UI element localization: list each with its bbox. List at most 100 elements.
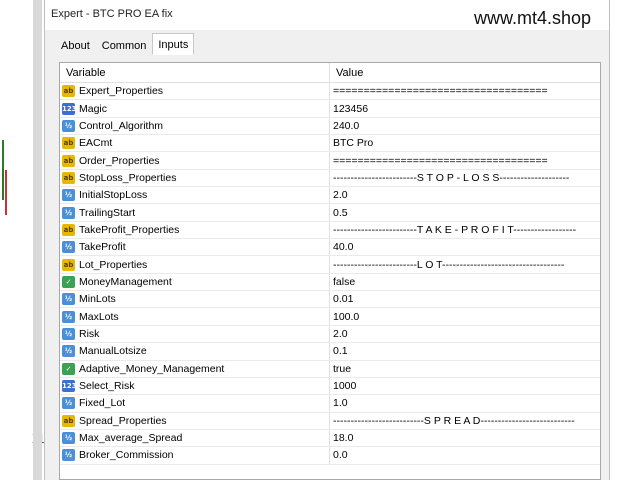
tab-bar: About Common Inputs — [55, 33, 195, 56]
double-type-icon: ½ — [62, 293, 75, 306]
table-row[interactable]: ab TakeProfit_Properties -----------------… — [60, 221, 600, 240]
value-cell[interactable]: =================================== — [330, 83, 600, 99]
variable-name: Order_Properties — [79, 154, 160, 167]
variable-value[interactable]: 0.01 — [333, 293, 353, 305]
table-row[interactable]: ab Spread_Properties ---------------------… — [60, 412, 600, 430]
variable-value[interactable]: ------------------------S T O P - L O S … — [333, 172, 569, 184]
variable-value[interactable]: --------------------------S P R E A D---… — [333, 415, 575, 427]
variable-value[interactable]: 0.1 — [333, 345, 348, 357]
variable-value[interactable]: 40.0 — [333, 241, 353, 253]
variable-value[interactable]: 240.0 — [333, 120, 359, 132]
value-cell[interactable]: ------------------------T A K E - P R O … — [330, 222, 600, 238]
value-cell[interactable]: 18.0 — [330, 430, 600, 446]
value-cell[interactable]: 1000 — [330, 378, 600, 394]
table-row[interactable]: ½ MinLots 0.01 — [60, 291, 600, 309]
chart-scrollbar[interactable] — [33, 0, 42, 480]
variable-name: ManualLotsize — [79, 345, 147, 358]
table-row[interactable]: ½ TakeProfit 40.0 — [60, 239, 600, 257]
value-cell[interactable]: 123456 — [330, 100, 600, 116]
variable-value[interactable]: 1.0 — [333, 397, 348, 409]
variable-value[interactable]: =================================== — [333, 85, 548, 97]
value-cell[interactable]: 2.0 — [330, 326, 600, 342]
variable-cell: ab Expert_Properties — [60, 83, 330, 100]
table-row[interactable]: ½ ManualLotsize 0.1 — [60, 343, 600, 361]
tab-about[interactable]: About — [55, 36, 96, 56]
string-type-icon: ab — [62, 85, 75, 98]
variable-name: Risk — [79, 327, 100, 340]
variable-value[interactable]: ------------------------T A K E - P R O … — [333, 224, 576, 236]
value-cell[interactable]: 2.0 — [330, 187, 600, 203]
value-cell[interactable]: false — [330, 274, 600, 290]
table-row[interactable]: ✓ MoneyManagement false — [60, 273, 600, 292]
bool-type-icon: ✓ — [62, 275, 75, 288]
table-row[interactable]: ½ Broker_Commission 0.0 — [60, 447, 600, 465]
double-type-icon: ½ — [62, 397, 75, 410]
table-row[interactable]: ½ Fixed_Lot 1.0 — [60, 395, 600, 413]
variable-name: Max_average_Spread — [79, 432, 183, 445]
double-type-icon: ½ — [62, 241, 75, 254]
variable-cell: ½ MaxLots — [60, 308, 330, 325]
value-cell[interactable]: 100.0 — [330, 308, 600, 324]
variable-value[interactable]: 2.0 — [333, 189, 348, 201]
variable-value[interactable]: =================================== — [333, 155, 548, 167]
value-cell[interactable]: 40.0 — [330, 239, 600, 255]
value-cell[interactable]: 0.5 — [330, 204, 600, 220]
integer-type-icon: 123 — [62, 380, 77, 393]
variable-value[interactable]: 1000 — [333, 380, 356, 392]
tab-inputs[interactable]: Inputs — [152, 33, 195, 55]
title-bar[interactable]: Expert - BTC PRO EA fix www.mt4.shop — [45, 0, 609, 30]
variable-name: Broker_Commission — [79, 449, 174, 462]
variable-value[interactable]: 0.0 — [333, 449, 348, 461]
variable-value[interactable]: 0.5 — [333, 207, 348, 219]
variable-value[interactable]: 123456 — [333, 103, 368, 115]
value-cell[interactable]: ------------------------L O T-----------… — [330, 256, 600, 272]
variable-name: EACmt — [79, 137, 113, 150]
table-row[interactable]: ½ Control_Algorithm 240.0 — [60, 117, 600, 136]
variable-value[interactable]: ------------------------L O T-----------… — [333, 259, 564, 271]
value-cell[interactable]: 1.0 — [330, 395, 600, 411]
tab-common[interactable]: Common — [96, 36, 153, 56]
column-header-value[interactable]: Value — [330, 63, 600, 82]
variable-value[interactable]: BTC Pro — [333, 137, 373, 149]
value-cell[interactable]: true — [330, 361, 600, 377]
value-cell[interactable]: 0.1 — [330, 343, 600, 359]
table-row[interactable]: ab Expert_Properties =====================… — [60, 83, 600, 101]
table-row[interactable]: ab Lot_Properties ------------------------… — [60, 256, 600, 274]
watermark-text: www.mt4.shop — [473, 8, 591, 28]
table-row[interactable]: 123 Magic 123456 — [60, 100, 600, 118]
variable-value[interactable]: true — [333, 363, 351, 375]
chart-background: 3 XL — [0, 0, 47, 480]
variable-cell: ½ TrailingStart — [60, 204, 330, 221]
value-cell[interactable]: --------------------------S P R E A D---… — [330, 413, 600, 429]
value-cell[interactable]: 0.01 — [330, 291, 600, 307]
double-type-icon: ½ — [62, 119, 75, 132]
table-row[interactable]: ½ Risk 2.0 — [60, 325, 600, 344]
variable-name: Magic — [79, 102, 108, 115]
table-row[interactable]: ½ Max_average_Spread 18.0 — [60, 429, 600, 448]
value-cell[interactable]: =================================== — [330, 152, 600, 168]
table-row[interactable]: ½ InitialStopLoss 2.0 — [60, 187, 600, 205]
string-type-icon: ab — [62, 171, 75, 184]
variable-value[interactable]: false — [333, 276, 355, 288]
column-header-variable[interactable]: Variable — [60, 63, 330, 82]
table-row[interactable]: ½ MaxLots 100.0 — [60, 308, 600, 326]
table-row[interactable]: 123 Select_Risk 1000 — [60, 377, 600, 396]
variable-cell: ½ InitialStopLoss — [60, 187, 330, 204]
table-row[interactable]: ab Order_Properties ======================… — [60, 152, 600, 170]
value-cell[interactable]: 240.0 — [330, 118, 600, 134]
variable-value[interactable]: 2.0 — [333, 328, 348, 340]
value-cell[interactable]: BTC Pro — [330, 135, 600, 151]
variable-name: MaxLots — [79, 310, 119, 323]
grid-header: Variable Value — [60, 63, 600, 83]
table-row[interactable]: ✓ Adaptive_Money_Management true — [60, 360, 600, 378]
table-row[interactable]: ½ TrailingStart 0.5 — [60, 204, 600, 222]
value-cell[interactable]: 0.0 — [330, 447, 600, 463]
table-row[interactable]: ab StopLoss_Properties -------------------… — [60, 169, 600, 188]
variable-cell: ab StopLoss_Properties — [60, 169, 330, 187]
value-cell[interactable]: ------------------------S T O P - L O S … — [330, 170, 600, 186]
string-type-icon: ab — [62, 137, 75, 150]
chart-candle — [5, 170, 7, 215]
variable-value[interactable]: 100.0 — [333, 311, 359, 323]
table-row[interactable]: ab EACmt BTC Pro — [60, 135, 600, 153]
variable-value[interactable]: 18.0 — [333, 432, 353, 444]
